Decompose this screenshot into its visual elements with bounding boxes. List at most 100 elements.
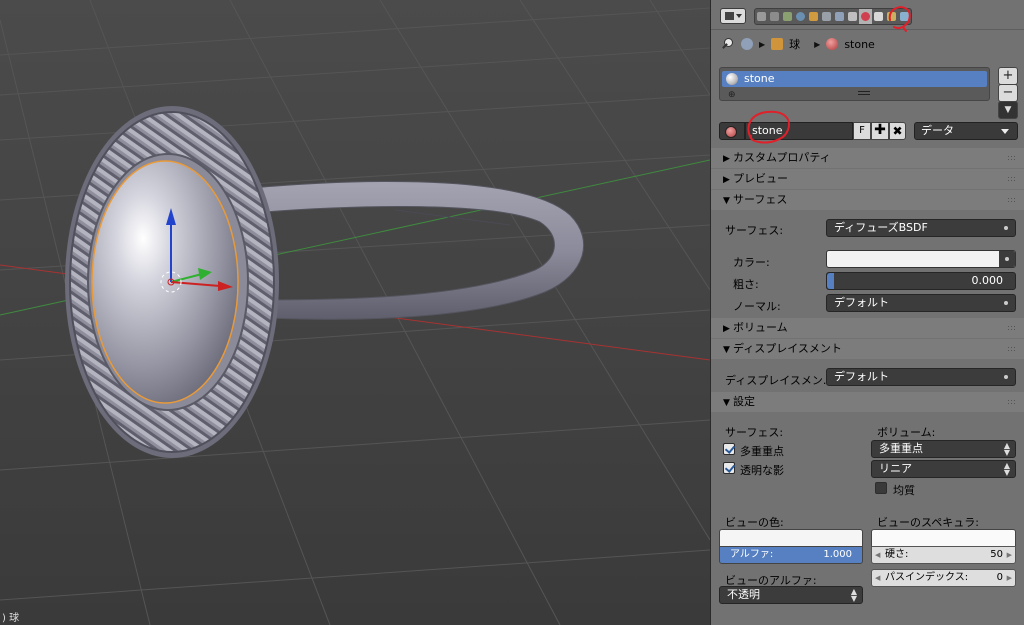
breadcrumb: ▶ 球 ▶ stone [721,35,875,53]
material-icon [826,38,839,50]
object-icon[interactable] [807,9,820,24]
drag-handle-icon[interactable] [1007,197,1017,203]
surface-shader-select[interactable]: ディフューズBSDF [826,219,1016,237]
updown-arrows-icon: ▲ ▼ [1003,461,1010,477]
fake-user-button[interactable]: F [853,122,871,140]
viewport-color-swatch[interactable] [719,529,863,547]
normal-value: デフォルト [834,296,889,309]
increment-arrow-icon[interactable]: ▶ [1007,570,1012,586]
particles-icon[interactable] [885,9,898,24]
context-tabs [754,8,912,25]
material-name-field[interactable]: stone [745,122,853,140]
surface-shader-label: サーフェス: [725,224,784,237]
pass-index-field[interactable]: ◀ パスインデックス: 0 ▶ [871,569,1016,587]
list-filter-icon[interactable]: ⊕ [728,90,736,100]
slider-fill [827,273,834,289]
volume-sampling-select[interactable]: 多重重点 ▲ ▼ [871,440,1016,458]
modifiers-icon[interactable] [833,9,846,24]
viewport-alpha-select[interactable]: 不透明 ▲ ▼ [719,586,863,604]
roughness-slider[interactable]: 0.000 [826,272,1016,290]
pin-icon[interactable] [721,37,735,51]
new-material-button[interactable]: ✚ [871,122,889,140]
displacement-select[interactable]: デフォルト [826,368,1016,386]
material-slot-label: stone [744,72,775,85]
expanded-triangle-icon: ▼ [723,398,730,408]
displacement-value: デフォルト [834,370,889,383]
material-slot-list[interactable]: stone ⊕ [719,67,990,101]
material-sphere-icon [726,73,738,85]
socket-dot-icon [1004,226,1008,230]
panel-title: ボリューム [733,321,788,334]
pass-index-value: 0 [996,572,1003,583]
unlink-material-button[interactable]: ✖ [889,122,906,140]
drag-handle-icon[interactable] [1007,346,1017,352]
editor-type-icon [725,12,734,20]
properties-header [711,0,1024,30]
render-icon[interactable] [755,9,768,24]
panel-surface[interactable]: ▼ サーフェス [711,190,1024,210]
expanded-triangle-icon: ▼ [723,345,730,355]
volume-sampling-value: 多重重点 [879,442,923,455]
transparent-shadow-label: 透明な影 [740,464,784,477]
alpha-value: 1.000 [823,549,852,560]
panel-title: ディスプレイスメント [733,342,842,355]
alpha-slider[interactable]: アルファ: 1.000 [719,546,863,564]
drag-handle-icon[interactable] [1007,325,1017,331]
socket-dot-icon[interactable] [999,251,1015,267]
render-layers-icon[interactable] [768,9,781,24]
properties-editor[interactable]: ▶ 球 ▶ stone stone ⊕ + − ▼ stone F ✚ ✖ デー… [710,0,1024,625]
hardness-label: 硬さ: [885,549,909,560]
alpha-label: アルファ: [730,549,774,560]
pass-index-label: パスインデックス: [885,572,969,583]
drag-handle-icon[interactable] [1007,155,1017,161]
scene-icon[interactable] [781,9,794,24]
list-resize-grip[interactable] [858,91,870,95]
material-datablock-row: stone F ✚ ✖ データ [719,122,1018,140]
link-select[interactable]: データ [914,122,1018,140]
material-slot-item[interactable]: stone [722,71,987,87]
data-icon[interactable] [846,9,859,24]
panel-custom-properties[interactable]: ▶ カスタムプロパティ [711,148,1024,168]
panel-preview[interactable]: ▶ プレビュー [711,169,1024,189]
constraints-icon[interactable] [820,9,833,24]
physics-icon[interactable] [898,9,911,24]
3d-viewport[interactable]: ) 球 [0,0,710,625]
increment-arrow-icon[interactable]: ▶ [1007,547,1012,563]
homogeneous-checkbox[interactable] [875,482,887,494]
decrement-arrow-icon[interactable]: ◀ [875,547,880,563]
material-icon[interactable] [859,9,872,24]
updown-arrows-icon: ▲ ▼ [850,587,857,603]
drag-handle-icon[interactable] [1007,399,1017,405]
volume-interpolation-select[interactable]: リニア ▲ ▼ [871,460,1016,478]
color-swatch[interactable] [826,250,1016,268]
editor-type-menu[interactable] [720,8,746,24]
panel-title: 設定 [733,395,755,408]
panel-settings[interactable]: ▼ 設定 [711,392,1024,412]
multiple-importance-label: 多重重点 [740,445,784,458]
transparent-shadow-checkbox[interactable] [723,462,735,474]
breadcrumb-separator-icon: ▶ [814,39,821,49]
decrement-arrow-icon[interactable]: ◀ [875,570,880,586]
panel-volume[interactable]: ▶ ボリューム [711,318,1024,338]
viewport-color-label: ビューの色: [725,516,784,529]
scene-icon [741,38,753,50]
hardness-field[interactable]: ◀ 硬さ: 50 ▶ [871,546,1016,564]
slot-specials-button[interactable]: ▼ [998,101,1018,119]
normal-select[interactable]: デフォルト [826,294,1016,312]
drag-handle-icon[interactable] [1007,176,1017,182]
remove-slot-button[interactable]: − [998,84,1018,102]
texture-icon[interactable] [872,9,885,24]
socket-dot-icon [1004,301,1008,305]
world-icon[interactable] [794,9,807,24]
panel-displacement[interactable]: ▼ ディスプレイスメント [711,339,1024,359]
viewport-scene[interactable] [0,0,710,625]
settings-volume-heading: ボリューム: [877,426,936,439]
browse-material-button[interactable] [719,122,745,140]
selected-stone[interactable] [91,160,239,404]
viewport-specular-swatch[interactable] [871,529,1016,547]
ring-band[interactable] [229,180,585,320]
multiple-importance-checkbox[interactable] [723,443,735,455]
viewport-alpha-value: 不透明 [727,588,760,601]
add-slot-button[interactable]: + [998,67,1018,85]
homogeneous-label: 均質 [893,484,915,497]
